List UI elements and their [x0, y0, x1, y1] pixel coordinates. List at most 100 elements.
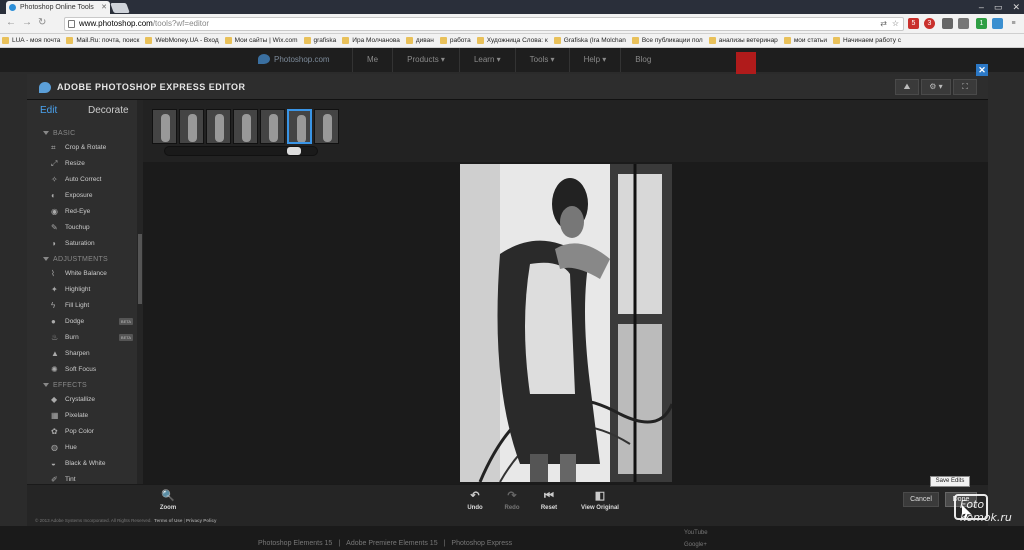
- bookmark-item[interactable]: работа: [438, 34, 475, 47]
- tool-item[interactable]: ◑ Saturation: [27, 237, 137, 251]
- tool-item[interactable]: ϟ Fill Light: [27, 299, 137, 313]
- tool-item[interactable]: ▦ Pixelate: [27, 409, 137, 423]
- site-logo[interactable]: Photoshop.com: [258, 54, 330, 64]
- tool-item[interactable]: ◒ Black & White: [27, 457, 137, 471]
- filter-preview-thumb[interactable]: [233, 109, 258, 144]
- minimize-icon[interactable]: –: [979, 0, 984, 14]
- sidebar-scroll-thumb[interactable]: [138, 234, 142, 304]
- bookmark-item[interactable]: Все публикации пол: [630, 34, 707, 47]
- privacy-link[interactable]: Privacy Policy: [186, 518, 217, 523]
- bookmark-item[interactable]: мои статьи: [782, 34, 831, 47]
- footer-google-plus[interactable]: Google+: [684, 542, 707, 548]
- forward-icon[interactable]: →: [22, 17, 32, 28]
- bookmark-item[interactable]: LUA - моя почта: [0, 34, 64, 47]
- section-header[interactable]: EFFECTS: [43, 382, 87, 389]
- maximize-icon[interactable]: ▭: [994, 0, 1003, 14]
- bookmark-item[interactable]: Художница Слова: к: [475, 34, 552, 47]
- reset-button[interactable]: ⏮ Reset: [524, 485, 574, 512]
- section-label: ADJUSTMENTS: [53, 256, 109, 263]
- footer-youtube[interactable]: YouTube: [684, 530, 708, 536]
- footer-link: |: [443, 540, 446, 547]
- tool-item[interactable]: ♨ Burn BETA: [27, 331, 137, 345]
- brush-icon: ✎: [51, 223, 58, 232]
- bookmark-item[interactable]: Mail.Ru: почта, поиск: [64, 34, 143, 47]
- filter-preview-thumb[interactable]: [260, 109, 285, 144]
- tab-edit[interactable]: Edit: [40, 105, 57, 116]
- site-nav-item[interactable]: Blog: [620, 48, 665, 72]
- settings-icon[interactable]: ⚙ ▾: [921, 79, 951, 95]
- bookmark-label: анализы ветеринар: [718, 36, 778, 44]
- tool-item[interactable]: ⌇ White Balance: [27, 267, 137, 281]
- bookmark-item[interactable]: Grafiska (Ira Molchan: [552, 34, 630, 47]
- bookmark-item[interactable]: grafiska: [302, 34, 341, 47]
- chat-icon[interactable]: [958, 18, 969, 29]
- filter-preview-thumb[interactable]: [206, 109, 231, 144]
- bookmark-item[interactable]: Ира Молчанова: [340, 34, 404, 47]
- filter-preview-thumb[interactable]: [152, 109, 177, 144]
- adobe-logo-icon[interactable]: [736, 52, 756, 74]
- zoom-button[interactable]: 🔍 Zoom: [143, 485, 193, 512]
- tool-item[interactable]: ✎ Touchup: [27, 221, 137, 235]
- collapse-triangle-icon[interactable]: [43, 131, 49, 136]
- tool-item[interactable]: ✧ Auto Correct: [27, 173, 137, 187]
- tool-item[interactable]: ▲ Sharpen: [27, 347, 137, 361]
- bookmark-item[interactable]: WebMoney.UA - Вход: [143, 34, 222, 47]
- collapse-triangle-icon[interactable]: [43, 257, 49, 262]
- tool-item[interactable]: ✿ Pop Color: [27, 425, 137, 439]
- collapse-triangle-icon[interactable]: [43, 383, 49, 388]
- tool-item[interactable]: ◍ Hue: [27, 441, 137, 455]
- footer-link[interactable]: Photoshop Elements 15: [258, 540, 332, 547]
- browser-tab[interactable]: Photoshop Online Tools ✕: [6, 1, 110, 14]
- footer-link[interactable]: Adobe Premiere Elements 15: [346, 540, 437, 547]
- tool-item[interactable]: ◉ Red-Eye: [27, 205, 137, 219]
- filter-preview-thumb[interactable]: [287, 109, 312, 144]
- tool-item[interactable]: ● Dodge BETA: [27, 315, 137, 329]
- bookmark-item[interactable]: Начинаем работу с: [831, 34, 905, 47]
- crop-icon: ⌗: [51, 143, 56, 152]
- reload-icon[interactable]: ↻: [38, 17, 46, 28]
- extension-badge-3[interactable]: 1: [976, 18, 987, 29]
- new-tab-button[interactable]: [110, 3, 130, 13]
- cancel-button[interactable]: Cancel: [903, 492, 939, 507]
- section-header[interactable]: BASIC: [43, 130, 76, 137]
- bookmark-item[interactable]: Мои сайты | Wix.com: [223, 34, 302, 47]
- back-icon[interactable]: ←: [6, 17, 16, 28]
- star-icon[interactable]: ☆: [892, 18, 899, 30]
- fullscreen-icon[interactable]: ⛶: [953, 79, 977, 95]
- filter-preview-thumb[interactable]: [314, 109, 339, 144]
- tool-item[interactable]: ◐ Exposure: [27, 189, 137, 203]
- filter-preview-thumb[interactable]: [179, 109, 204, 144]
- view-original-button[interactable]: ◧ View Original: [574, 485, 626, 512]
- tool-item[interactable]: ◆ Crystallize: [27, 393, 137, 407]
- tool-item[interactable]: ⌗ Crop & Rotate: [27, 141, 137, 155]
- menu-icon[interactable]: ≡: [1008, 18, 1019, 29]
- site-nav-item[interactable]: Me: [352, 48, 392, 72]
- editor-close-icon[interactable]: ✕: [976, 64, 988, 76]
- tab-decorate[interactable]: Decorate: [88, 105, 129, 116]
- tab-close-icon[interactable]: ✕: [101, 1, 107, 14]
- bookmark-item[interactable]: анализы ветеринар: [707, 34, 782, 47]
- tool-item[interactable]: ⤢ Resize: [27, 157, 137, 171]
- footer-link[interactable]: Photoshop Express: [451, 540, 512, 547]
- close-window-icon[interactable]: ✕: [1012, 0, 1020, 14]
- extension-icon-2[interactable]: [992, 18, 1003, 29]
- watermark-logo: Foto komok.ru: [952, 488, 1018, 546]
- section-header[interactable]: ADJUSTMENTS: [43, 256, 108, 263]
- soft-focus-icon: ✺: [51, 365, 58, 374]
- bookmark-item[interactable]: диван: [404, 34, 438, 47]
- site-nav-item[interactable]: Tools ▾: [514, 48, 569, 72]
- url-host: www.photoshop.com: [79, 19, 153, 28]
- slider-knob[interactable]: [287, 147, 301, 155]
- upload-icon[interactable]: ⛰: [895, 79, 919, 95]
- extension-badge-2[interactable]: 3: [924, 18, 935, 29]
- tool-item[interactable]: ✦ Highlight: [27, 283, 137, 297]
- translate-icon[interactable]: ⇄: [880, 18, 887, 30]
- site-nav-item[interactable]: Help ▾: [568, 48, 621, 72]
- address-bar[interactable]: www.photoshop.com/tools?wf=editor ⇄ ☆: [64, 17, 904, 31]
- site-nav-item[interactable]: Learn ▾: [458, 48, 515, 72]
- terms-link[interactable]: Terms of Use: [154, 518, 182, 523]
- extension-badge-1[interactable]: 5: [908, 18, 919, 29]
- tool-item[interactable]: ✺ Soft Focus: [27, 363, 137, 377]
- extension-icon[interactable]: [942, 18, 953, 29]
- site-nav-item[interactable]: Products ▾: [392, 48, 459, 72]
